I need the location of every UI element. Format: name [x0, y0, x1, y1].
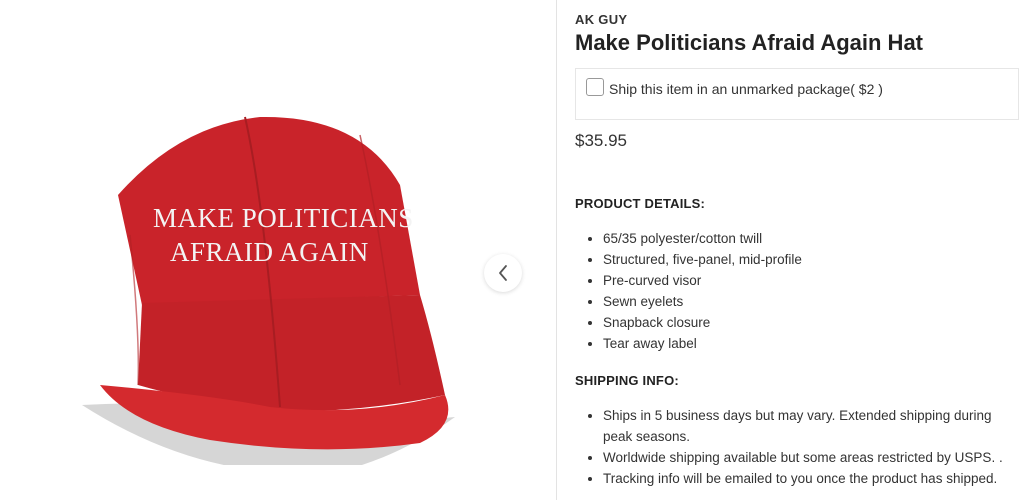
product-title: Make Politicians Afraid Again Hat — [575, 30, 924, 55]
list-item: Worldwide shipping available but some ar… — [603, 447, 1023, 468]
shipping-info-heading: SHIPPING INFO: — [575, 373, 679, 388]
image-text-line-2: AFRAID AGAIN — [170, 237, 369, 267]
list-item: Tracking info will be emailed to you onc… — [603, 468, 1023, 489]
list-item: Sewn eyelets — [603, 291, 1023, 312]
list-item: Ships in 5 business days but may vary. E… — [603, 405, 1023, 447]
product-image: MAKE POLITICIANS AFRAID AGAIN — [82, 116, 455, 465]
unmarked-package-checkbox[interactable] — [586, 78, 604, 96]
unmarked-package-label[interactable]: Ship this item in an unmarked package( $… — [609, 81, 883, 97]
product-price: $35.95 — [575, 131, 627, 150]
carousel-prev-button[interactable] — [484, 254, 522, 292]
product-image-gallery: ‹ MAKE POLITICIANS AFRAID AGAIN — [0, 0, 556, 500]
product-info-panel: AK GUY Make Politicians Afraid Again Hat… — [575, 0, 1024, 500]
product-details-heading: PRODUCT DETAILS: — [575, 196, 706, 211]
list-item: 65/35 polyester/cotton twill — [603, 228, 1023, 249]
product-details-list: 65/35 polyester/cotton twill Structured,… — [575, 228, 1023, 354]
pane-divider — [556, 0, 557, 500]
shipping-info-list: Ships in 5 business days but may vary. E… — [575, 405, 1023, 489]
list-item: Pre-curved visor — [603, 270, 1023, 291]
unmarked-package-option: Ship this item in an unmarked package( $… — [575, 68, 1019, 120]
list-item: Snapback closure — [603, 312, 1023, 333]
image-text-line-1: MAKE POLITICIANS — [153, 203, 414, 233]
chevron-left-icon — [499, 265, 507, 281]
brand-name[interactable]: AK GUY — [575, 12, 627, 27]
list-item: Tear away label — [603, 333, 1023, 354]
list-item: Structured, five-panel, mid-profile — [603, 249, 1023, 270]
